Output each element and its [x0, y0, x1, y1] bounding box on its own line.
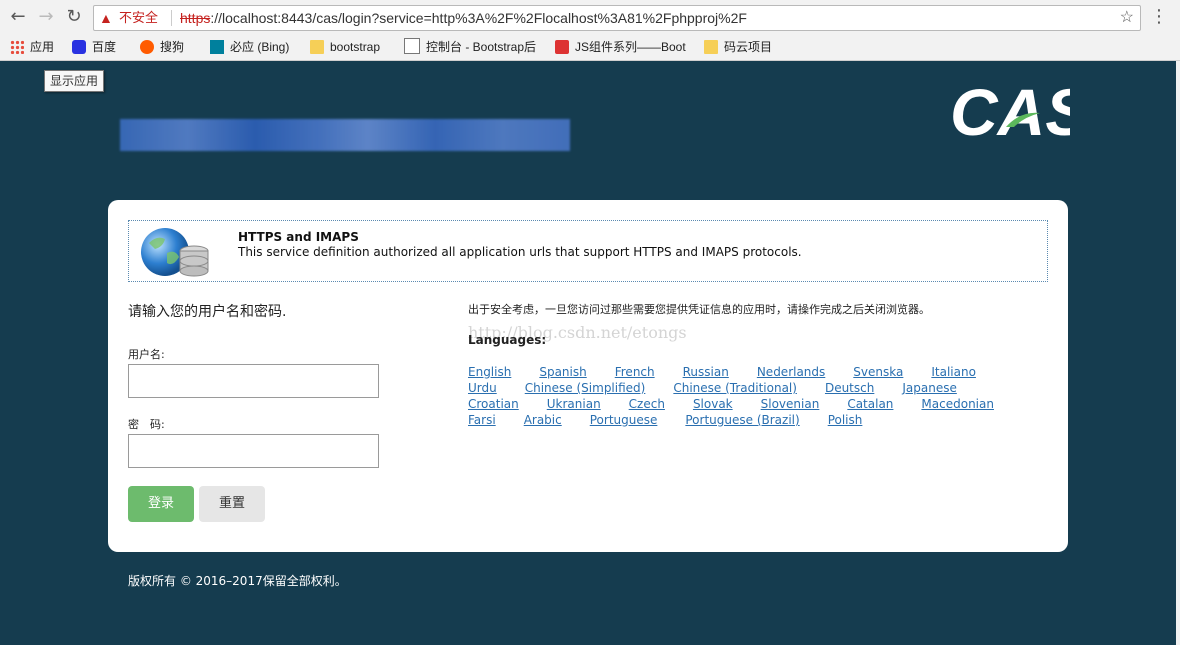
language-link[interactable]: Czech	[629, 397, 665, 411]
bookmark-star-icon[interactable]: ☆	[1120, 6, 1134, 30]
notice-title: HTTPS and IMAPS	[238, 230, 359, 244]
apps-icon	[10, 40, 24, 54]
language-link[interactable]: Urdu	[468, 381, 497, 395]
language-link[interactable]: Macedonian	[921, 397, 994, 411]
security-warning-label[interactable]: 不安全	[119, 6, 158, 30]
globe-database-icon	[141, 228, 209, 277]
js-icon	[555, 40, 569, 54]
language-link[interactable]: English	[468, 365, 511, 379]
copyright-footer: 版权所有 © 2016–2017保留全部权利。	[128, 574, 347, 588]
username-label: 用户名:	[128, 348, 165, 361]
bookmark-sogou[interactable]: 搜狗	[140, 34, 184, 60]
language-link[interactable]: Svenska	[853, 365, 903, 379]
language-link[interactable]: French	[615, 365, 655, 379]
language-row: Urdu Chinese (Simplified) Chinese (Traditi…	[468, 381, 985, 395]
apps-tooltip: 显示应用	[44, 70, 105, 92]
password-input[interactable]	[128, 434, 379, 468]
language-link[interactable]: Japanese	[902, 381, 957, 395]
bookmark-label: 控制台 - Bootstrap后	[426, 40, 537, 54]
login-button[interactable]: 登录	[128, 486, 194, 522]
cas-logo: CAS	[950, 75, 1070, 143]
folder-icon	[704, 40, 718, 54]
language-link[interactable]: Chinese (Traditional)	[673, 381, 797, 395]
language-link[interactable]: Polish	[828, 413, 863, 427]
language-link[interactable]: Chinese (Simplified)	[525, 381, 646, 395]
back-icon[interactable]: ←	[8, 7, 28, 27]
bookmark-bootstrap[interactable]: bootstrap	[310, 34, 380, 60]
bookmark-label: 搜狗	[160, 40, 185, 54]
warning-icon[interactable]: ▲	[99, 6, 113, 30]
bookmark-label: 百度	[92, 40, 117, 54]
language-link[interactable]: Portuguese	[590, 413, 658, 427]
service-notice: HTTPS and IMAPS This service definition …	[128, 220, 1048, 282]
address-bar[interactable]: ▲ 不安全 https://localhost:8443/cas/login?s…	[93, 5, 1141, 31]
bookmark-console[interactable]: 控制台 - Bootstrap后	[404, 34, 536, 60]
bing-icon	[210, 40, 224, 54]
language-link[interactable]: Catalan	[847, 397, 893, 411]
bookmark-label: 码云项目	[724, 40, 773, 54]
omnibox-separator	[171, 10, 172, 26]
forward-icon[interactable]: →	[36, 7, 56, 27]
cas-logo-text: CAS	[950, 75, 1070, 143]
language-link[interactable]: Slovak	[693, 397, 733, 411]
bookmark-label: 必应 (Bing)	[230, 40, 290, 54]
bookmark-apps[interactable]: 应用	[10, 34, 54, 60]
language-row: English Spanish French Russian Nederlands Sve…	[468, 365, 1004, 379]
language-link[interactable]: Arabic	[524, 413, 562, 427]
language-link[interactable]: Croatian	[468, 397, 519, 411]
login-heading: 请输入您的用户名和密码.	[128, 304, 287, 320]
bookmark-label: 应用	[30, 40, 55, 54]
reset-button[interactable]: 重置	[199, 486, 265, 522]
language-link[interactable]: Portuguese (Brazil)	[685, 413, 799, 427]
scrollbar-edge	[1176, 61, 1180, 645]
language-row: Croatian Ukranian Czech Slovak Slovenian Cata…	[468, 397, 1022, 411]
folder-icon	[310, 40, 324, 54]
language-link[interactable]: Russian	[683, 365, 729, 379]
language-link[interactable]: Nederlands	[757, 365, 825, 379]
language-link[interactable]: Ukranian	[547, 397, 601, 411]
bookmark-baidu[interactable]: 百度	[72, 34, 116, 60]
browser-toolbar: ← → ↻ ▲ 不安全 https://localhost:8443/cas/l…	[0, 0, 1180, 34]
url-text[interactable]: https://localhost:8443/cas/login?service…	[180, 6, 747, 30]
bookmark-label: bootstrap	[330, 40, 381, 54]
language-link[interactable]: Italiano	[931, 365, 976, 379]
language-row: Farsi Arabic Portuguese Portuguese (Brazil)…	[468, 413, 890, 427]
bookmark-bing[interactable]: 必应 (Bing)	[210, 34, 289, 60]
security-note: 出于安全考虑，一旦您访问过那些需要您提供凭证信息的应用时，请操作完成之后关闭浏览…	[468, 303, 930, 316]
blurred-site-title	[120, 119, 570, 151]
url-scheme: https	[180, 10, 211, 26]
sogou-icon	[140, 40, 154, 54]
notice-description: This service definition authorized all a…	[238, 245, 802, 259]
language-link[interactable]: Farsi	[468, 413, 496, 427]
baidu-icon	[72, 40, 86, 54]
language-link[interactable]: Slovenian	[761, 397, 820, 411]
bookmark-gitee[interactable]: 码云项目	[704, 34, 772, 60]
bookmarks-bar: 应用 百度 搜狗 必应 (Bing) bootstrap 控制台 - Boots…	[0, 34, 1180, 61]
cas-login-page: CAS HTTPS and IMAPS Thi	[0, 61, 1176, 645]
languages-title: Languages:	[468, 333, 547, 347]
url-rest: ://localhost:8443/cas/login?service=http…	[210, 10, 747, 26]
username-input[interactable]	[128, 364, 379, 398]
reload-icon[interactable]: ↻	[64, 7, 84, 27]
bookmark-js-series[interactable]: JS组件系列——Boot	[555, 34, 686, 60]
language-link[interactable]: Deutsch	[825, 381, 874, 395]
language-link[interactable]: Spanish	[539, 365, 586, 379]
password-label: 密 码:	[128, 418, 165, 431]
bookmark-label: JS组件系列——Boot	[575, 40, 686, 54]
page-icon	[404, 38, 420, 54]
login-card: HTTPS and IMAPS This service definition …	[108, 200, 1068, 552]
browser-menu-icon[interactable]: ⋮	[1150, 7, 1168, 27]
